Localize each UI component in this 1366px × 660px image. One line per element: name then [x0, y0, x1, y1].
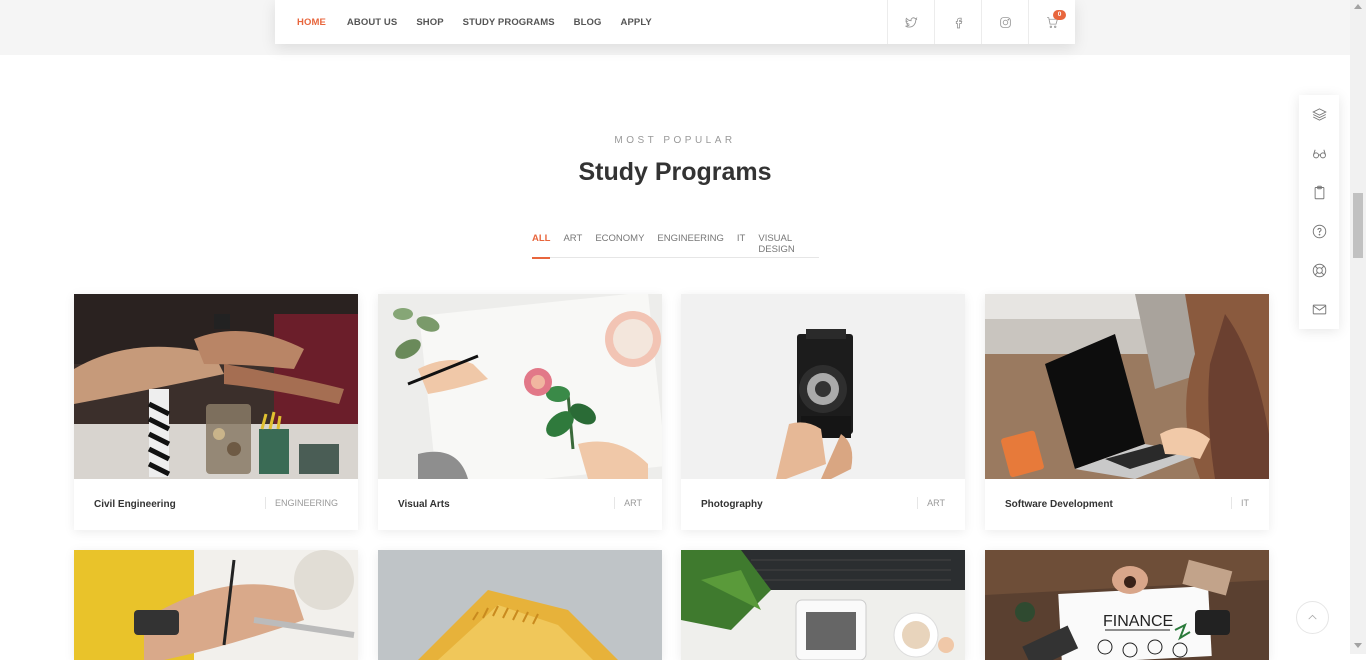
filter-visual-design[interactable]: VISUAL DESIGN	[758, 233, 819, 258]
back-to-top-button[interactable]	[1296, 601, 1329, 634]
layers-icon[interactable]	[1299, 95, 1339, 134]
scroll-up-arrow-icon[interactable]	[1354, 3, 1362, 9]
cart-count-badge: 0	[1053, 10, 1066, 20]
program-category[interactable]: ART	[917, 497, 945, 509]
program-category[interactable]: IT	[1231, 497, 1249, 509]
filter-art[interactable]: ART	[563, 233, 582, 258]
nav-links: HOME ABOUT US SHOP STUDY PROGRAMS BLOG A…	[275, 0, 887, 44]
glasses-icon[interactable]	[1299, 134, 1339, 173]
program-title: Visual Arts	[398, 499, 450, 510]
nav-link-apply[interactable]: APPLY	[621, 17, 652, 28]
program-card-footer: Civil Engineering ENGINEERING	[74, 479, 358, 530]
nav-link-about-us[interactable]: ABOUT US	[347, 17, 397, 28]
scrollbar-thumb[interactable]	[1353, 193, 1363, 258]
program-card-visual-arts[interactable]: Visual Arts ART	[378, 294, 662, 530]
program-card-row2-4-image[interactable]: FINANCE	[985, 550, 1269, 660]
cart-icon[interactable]: 0	[1028, 0, 1075, 44]
program-card-software-development[interactable]: Software Development IT	[985, 294, 1269, 530]
program-card-footer: Software Development IT	[985, 479, 1269, 530]
facebook-icon[interactable]	[934, 0, 981, 44]
support-lifebuoy-icon[interactable]	[1299, 251, 1339, 290]
program-card-row2-3-image[interactable]	[681, 550, 965, 660]
program-image-software-development	[985, 294, 1269, 479]
program-card-photography[interactable]: Photography ART	[681, 294, 965, 530]
program-image-photography	[681, 294, 965, 479]
main-navbar: HOME ABOUT US SHOP STUDY PROGRAMS BLOG A…	[275, 0, 1075, 44]
program-card-row2-1-image[interactable]	[74, 550, 358, 660]
filter-engineering[interactable]: ENGINEERING	[657, 233, 724, 258]
program-image-visual-arts	[378, 294, 662, 479]
chevron-up-icon	[1308, 614, 1317, 620]
nav-link-home[interactable]: HOME	[297, 17, 326, 28]
section-eyebrow: MOST POPULAR	[614, 135, 736, 146]
nav-link-study-programs[interactable]: STUDY PROGRAMS	[463, 17, 555, 28]
filter-economy[interactable]: ECONOMY	[595, 233, 644, 258]
program-title: Civil Engineering	[94, 499, 176, 510]
program-title: Photography	[701, 499, 763, 510]
program-title: Software Development	[1005, 499, 1113, 510]
scroll-down-arrow-icon[interactable]	[1354, 643, 1362, 649]
program-filter-bar: ALL ART ECONOMY ENGINEERING IT VISUAL DE…	[532, 233, 819, 259]
instagram-icon[interactable]	[981, 0, 1028, 44]
side-toolbar	[1299, 95, 1339, 329]
program-card-footer: Visual Arts ART	[378, 479, 662, 530]
program-image-civil-engineering	[74, 294, 358, 479]
program-category[interactable]: ART	[614, 497, 642, 509]
finance-sketch-text: FINANCE	[1103, 613, 1173, 630]
program-card-civil-engineering[interactable]: Civil Engineering ENGINEERING	[74, 294, 358, 530]
nav-link-shop[interactable]: SHOP	[416, 17, 443, 28]
program-card-row2-2-image[interactable]	[378, 550, 662, 660]
filter-all[interactable]: ALL	[532, 233, 551, 259]
section-title: Study Programs	[578, 158, 772, 186]
clipboard-icon[interactable]	[1299, 173, 1339, 212]
filter-it[interactable]: IT	[737, 233, 745, 258]
twitter-icon[interactable]	[887, 0, 934, 44]
page-scrollbar[interactable]	[1350, 0, 1366, 654]
mail-icon[interactable]	[1299, 290, 1339, 329]
nav-link-blog[interactable]: BLOG	[574, 17, 602, 28]
program-card-footer: Photography ART	[681, 479, 965, 530]
program-category[interactable]: ENGINEERING	[264, 497, 338, 509]
nav-social-icons: 0	[887, 0, 1075, 44]
help-icon[interactable]	[1299, 212, 1339, 251]
